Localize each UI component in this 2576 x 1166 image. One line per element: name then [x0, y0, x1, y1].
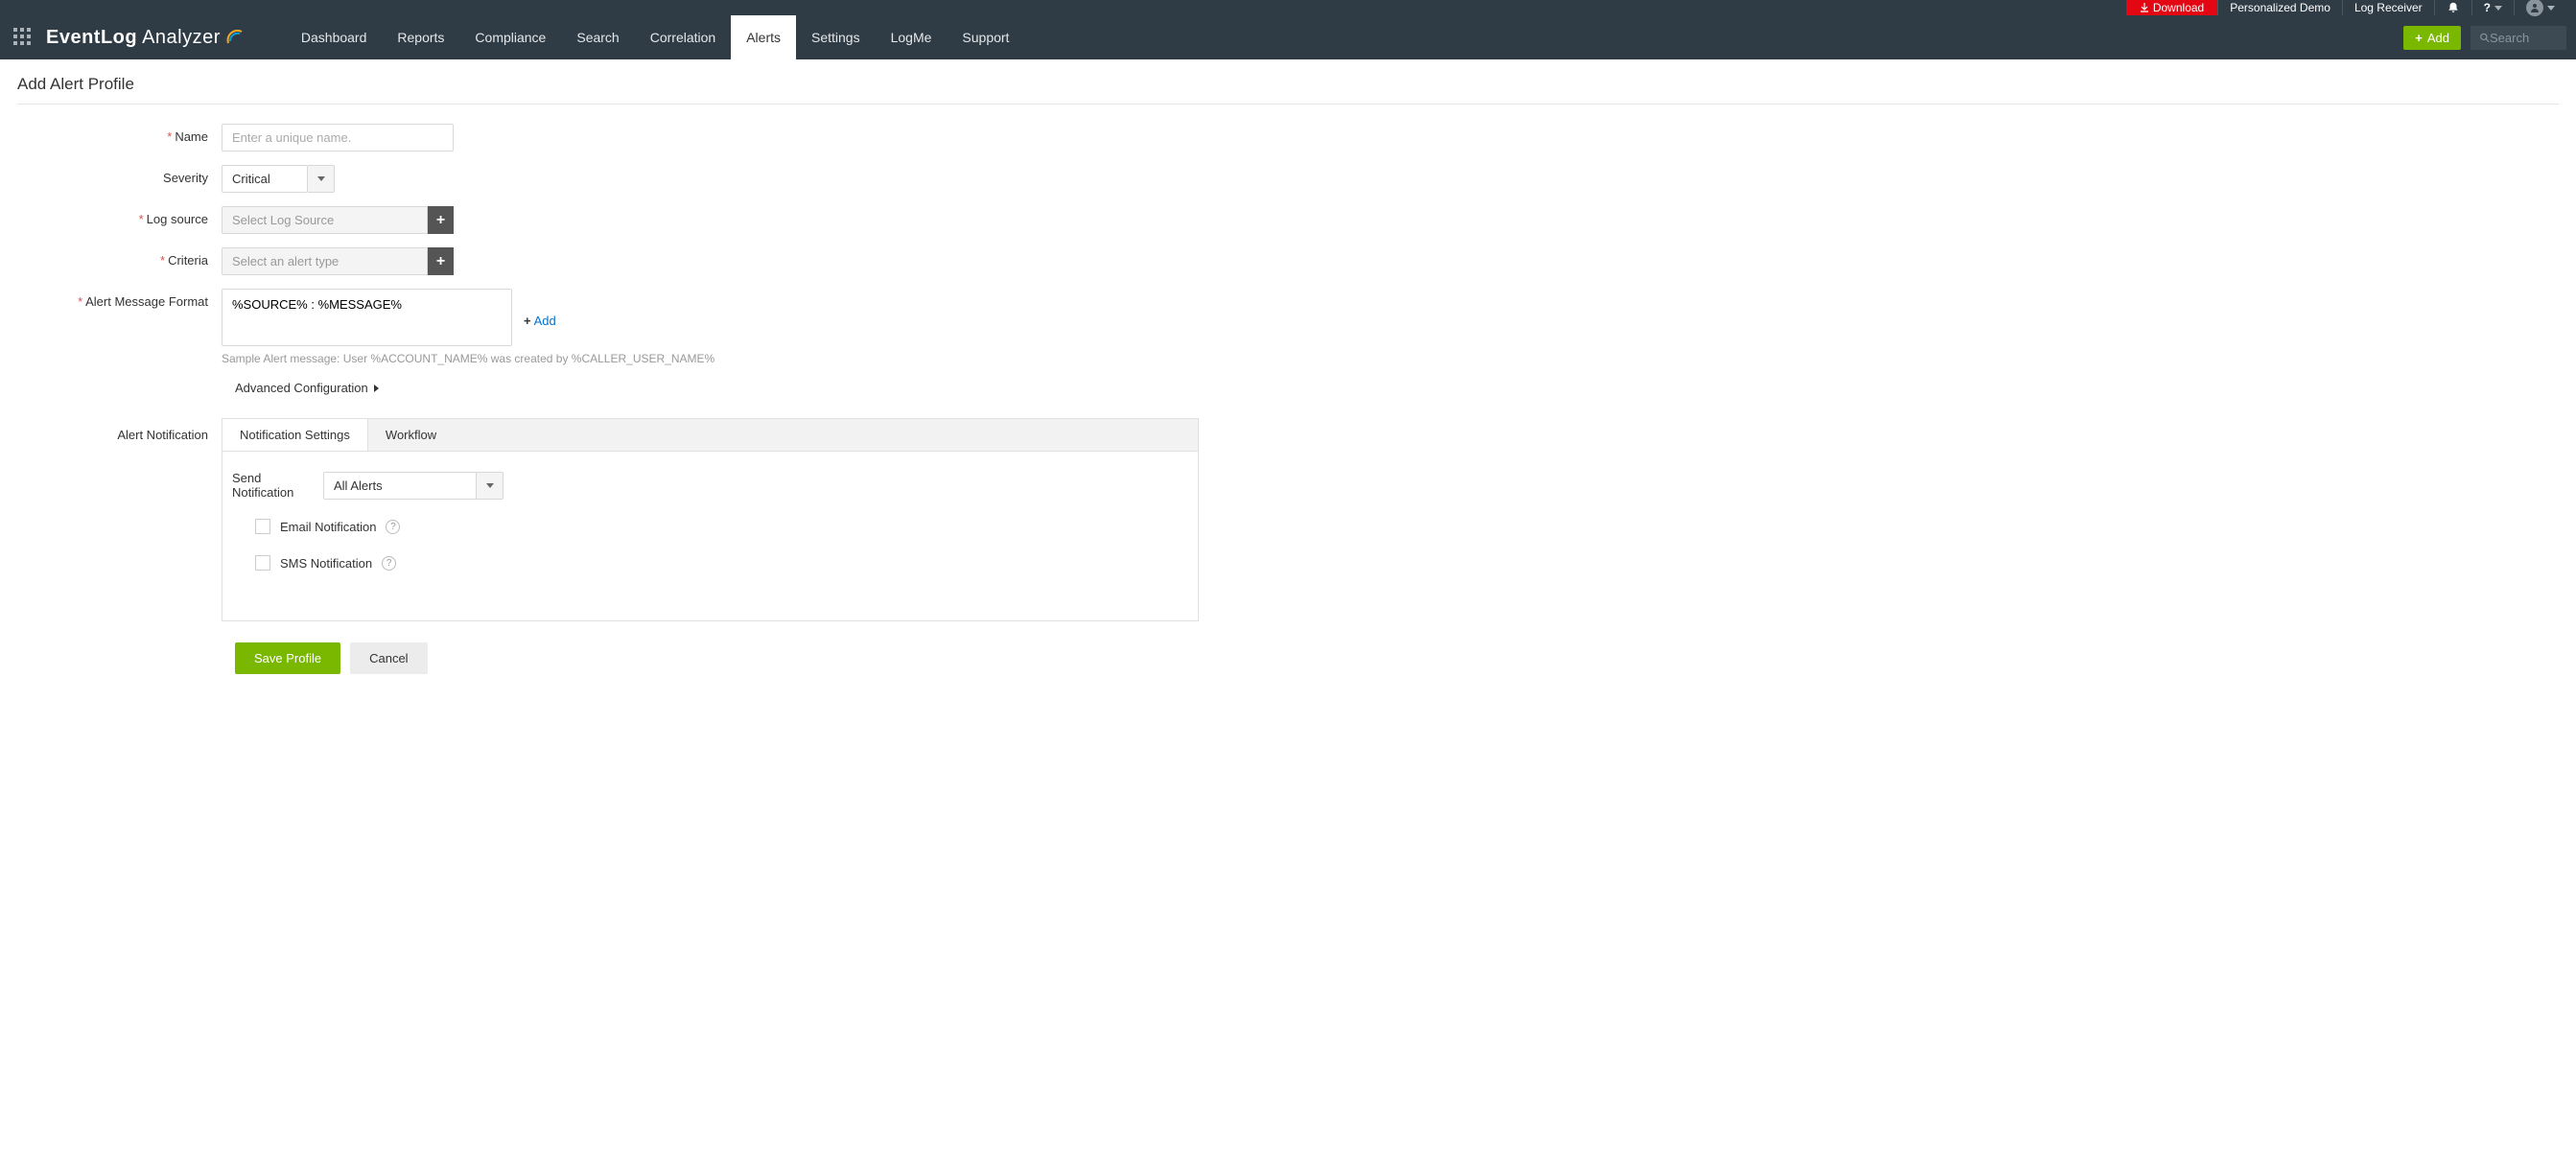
help-icon: ? [2484, 1, 2491, 14]
nav-alerts[interactable]: Alerts [731, 15, 796, 59]
chevron-down-icon [2547, 6, 2555, 11]
main-nav: EventLog Analyzer Dashboard Reports Comp… [0, 15, 2576, 59]
cancel-button[interactable]: Cancel [350, 642, 427, 674]
notification-label: Alert Notification [17, 418, 222, 442]
send-notification-label: Send Notification [232, 471, 323, 500]
message-format-label: *Alert Message Format [17, 289, 222, 309]
logsource-add-button[interactable]: + [428, 206, 454, 234]
logo[interactable]: EventLog Analyzer [46, 15, 247, 59]
logsource-label: *Log source [17, 206, 222, 226]
criteria-placeholder: Select an alert type [222, 247, 428, 275]
name-label: *Name [17, 124, 222, 144]
log-receiver-link[interactable]: Log Receiver [2342, 0, 2434, 15]
download-label: Download [2153, 1, 2204, 14]
save-profile-button[interactable]: Save Profile [235, 642, 340, 674]
tab-workflow[interactable]: Workflow [368, 419, 454, 451]
user-icon [2526, 0, 2543, 16]
plus-icon: + [524, 314, 531, 328]
nav-reports[interactable]: Reports [382, 15, 459, 59]
email-notification-checkbox[interactable] [255, 519, 270, 534]
send-notification-value: All Alerts [323, 472, 477, 500]
nav-search[interactable]: Search [561, 15, 634, 59]
nav-settings[interactable]: Settings [796, 15, 876, 59]
email-help-icon[interactable]: ? [386, 520, 400, 534]
logsource-placeholder: Select Log Source [222, 206, 428, 234]
severity-caret[interactable] [308, 165, 335, 193]
severity-label: Severity [17, 165, 222, 185]
nav-dashboard[interactable]: Dashboard [286, 15, 383, 59]
chevron-down-icon [317, 176, 325, 181]
severity-select[interactable]: Critical [222, 165, 335, 193]
criteria-label: *Criteria [17, 247, 222, 268]
search-icon [2480, 32, 2490, 44]
add-field-link[interactable]: + Add [524, 294, 556, 346]
nav-correlation[interactable]: Correlation [635, 15, 731, 59]
notification-body: Send Notification All Alerts Email Notif… [222, 451, 1199, 621]
page-title: Add Alert Profile [17, 75, 2559, 105]
bell-icon [2447, 1, 2460, 14]
plus-icon: + [436, 212, 445, 229]
sms-notification-checkbox[interactable] [255, 555, 270, 571]
severity-value: Critical [222, 165, 308, 193]
chevron-down-icon [486, 483, 494, 488]
nav-logme[interactable]: LogMe [876, 15, 948, 59]
criteria-select[interactable]: Select an alert type + [222, 247, 454, 275]
tab-notification-settings[interactable]: Notification Settings [222, 419, 368, 451]
logo-swoosh-icon [224, 26, 247, 49]
chevron-down-icon [2494, 6, 2502, 11]
nav-right: + Add [2403, 15, 2576, 59]
plus-icon: + [436, 253, 445, 270]
criteria-add-button[interactable]: + [428, 247, 454, 275]
nav-compliance[interactable]: Compliance [459, 15, 561, 59]
sms-notification-label: SMS Notification [280, 556, 372, 571]
name-input[interactable] [222, 124, 454, 152]
download-icon [2140, 3, 2149, 12]
email-notification-label: Email Notification [280, 520, 376, 534]
apps-menu-icon[interactable] [13, 28, 33, 47]
chevron-right-icon [374, 385, 379, 392]
plus-icon: + [2415, 31, 2423, 45]
sms-help-icon[interactable]: ? [382, 556, 396, 571]
nav-items: Dashboard Reports Compliance Search Corr… [286, 15, 1025, 59]
send-notification-caret[interactable] [477, 472, 503, 500]
global-search[interactable] [2471, 26, 2566, 50]
logsource-select[interactable]: Select Log Source + [222, 206, 454, 234]
add-button[interactable]: + Add [2403, 26, 2461, 50]
utility-bar: Download Personalized Demo Log Receiver … [0, 0, 2576, 15]
search-input[interactable] [2490, 31, 2557, 45]
help-menu[interactable]: ? [2471, 0, 2514, 15]
demo-link[interactable]: Personalized Demo [2217, 0, 2342, 15]
user-menu[interactable] [2514, 0, 2566, 15]
page-content: Add Alert Profile *Name Severity Critica… [0, 59, 2576, 689]
message-format-input[interactable]: %SOURCE% : %MESSAGE% [222, 289, 512, 346]
advanced-config-toggle[interactable]: Advanced Configuration [235, 381, 2559, 395]
notification-tabs: Notification Settings Workflow [222, 418, 1199, 451]
download-link[interactable]: Download [2126, 0, 2217, 15]
nav-support[interactable]: Support [947, 15, 1024, 59]
sample-hint: Sample Alert message: User %ACCOUNT_NAME… [222, 352, 714, 365]
send-notification-select[interactable]: All Alerts [323, 472, 503, 500]
notifications-button[interactable] [2434, 0, 2471, 15]
